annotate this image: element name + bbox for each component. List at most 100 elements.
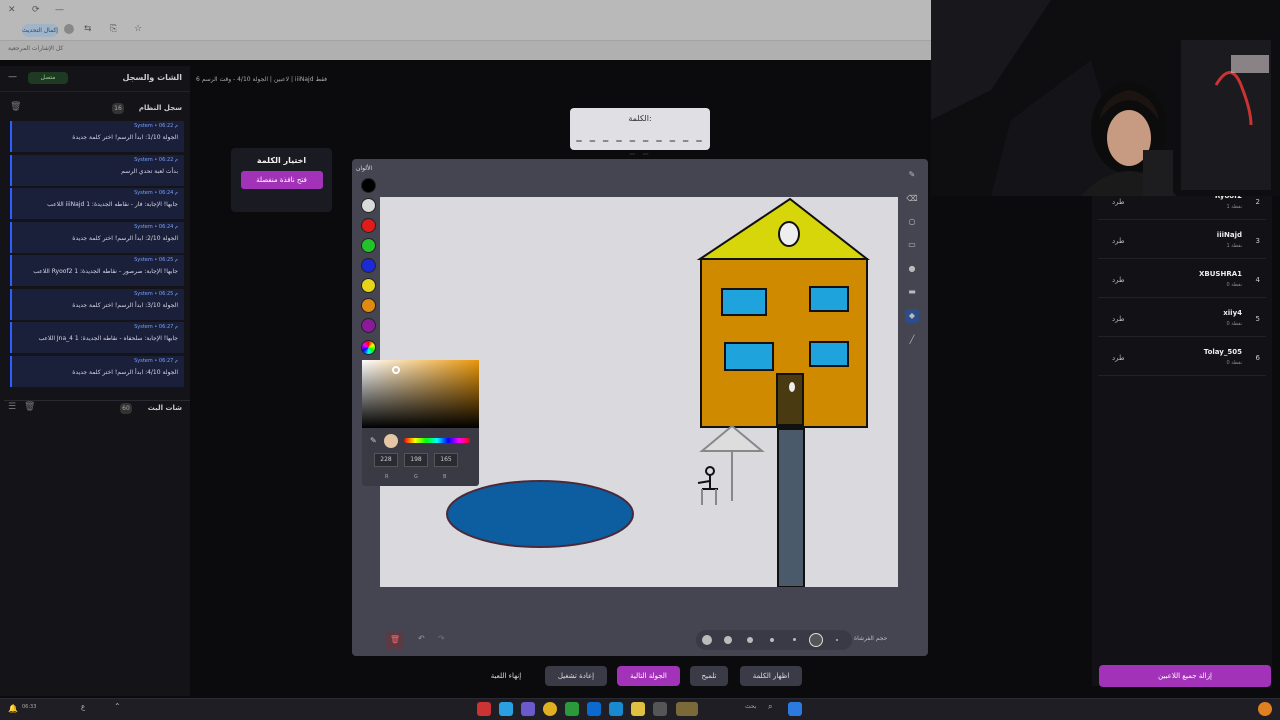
app-icon[interactable]	[477, 702, 491, 716]
brush-size-option[interactable]	[793, 638, 796, 641]
language-indicator[interactable]: ع	[81, 703, 85, 711]
player-score: 0 نقطة	[1226, 321, 1242, 327]
player-row: xiiy4 0 نقطة 5 طرد	[1098, 303, 1266, 337]
pencil-icon[interactable]: ✎	[905, 168, 919, 182]
list-icon[interactable]: ☰	[8, 402, 16, 412]
brush-size-option[interactable]	[836, 639, 838, 641]
profile-icon[interactable]	[64, 24, 74, 34]
share-icon[interactable]: ⎘	[110, 24, 117, 34]
red-value[interactable]: 228	[374, 453, 398, 467]
rectangle-icon[interactable]: ▭	[905, 238, 919, 252]
fill-bucket-icon[interactable]: ◆	[905, 309, 919, 323]
player-row: Tolay_505 0 نقطة 6 طرد	[1098, 342, 1266, 376]
app-icon[interactable]	[676, 702, 698, 716]
app-icon[interactable]	[653, 702, 667, 716]
color-swatch[interactable]	[361, 278, 376, 293]
bot-chat-count: 60	[120, 403, 132, 414]
end-game-button[interactable]: إنهاء اللعبة	[482, 666, 530, 686]
round-info: 6 لاعبين | الجولة 4/10 - وقت الرسم | iii…	[196, 76, 328, 83]
hint-button[interactable]: تلميح	[690, 666, 728, 686]
eyedropper-icon[interactable]: ✎	[370, 436, 377, 445]
roof-window	[778, 221, 800, 247]
saturation-area[interactable]	[362, 360, 479, 428]
minimize-panel-icon[interactable]: —	[8, 72, 17, 82]
taskbar-time: 06:33	[22, 704, 37, 710]
search-input[interactable]: بحث	[745, 703, 756, 710]
blue-value[interactable]: 165	[434, 453, 458, 467]
close-icon[interactable]: ✕	[8, 5, 16, 15]
house-window	[724, 342, 774, 371]
message-meta: System • 06:25 م	[134, 290, 178, 297]
brush-size-option[interactable]	[770, 638, 774, 642]
player-score: 1 نقطة	[1226, 243, 1242, 249]
windows-start-icon[interactable]	[788, 702, 802, 716]
brush-size-option[interactable]	[724, 636, 732, 644]
kick-button[interactable]: طرد	[1112, 198, 1125, 206]
search-icon[interactable]: ⌕	[768, 702, 772, 712]
brush-size-selector	[696, 630, 852, 650]
color-swatch[interactable]	[361, 198, 376, 213]
edge-icon[interactable]	[609, 702, 623, 716]
house-door	[776, 373, 804, 426]
chevron-up-icon[interactable]: ⌃	[114, 702, 121, 711]
color-swatch[interactable]	[361, 298, 376, 313]
word-choice-title: اختيار الكلمة	[256, 156, 307, 165]
red-label: R	[385, 474, 389, 480]
minimize-icon[interactable]: —	[55, 5, 64, 15]
extensions-icon[interactable]: ⇆	[84, 24, 92, 34]
show-word-button[interactable]: اظهار الكلمة	[740, 666, 802, 686]
filled-circle-icon[interactable]: ●	[905, 262, 919, 276]
app-icon[interactable]	[565, 702, 579, 716]
reload-icon[interactable]: ⟳	[32, 5, 40, 15]
circle-icon[interactable]: ○	[905, 215, 919, 229]
undo-icon[interactable]: ↶	[418, 634, 425, 643]
bookmarks-link[interactable]: كل الإشارات المرجعية	[8, 45, 63, 52]
system-message: System • 06:22 م الجولة 1/10: ابدأ الرسم!…	[10, 121, 184, 152]
color-swatch[interactable]	[361, 238, 376, 253]
next-round-button[interactable]: الجولة التالية	[617, 666, 680, 686]
weather-icon[interactable]	[1258, 702, 1272, 716]
color-swatch[interactable]	[361, 218, 376, 233]
message-text: اللاعب Jna_4 جابها! الإجابة: سلحفاه - نق…	[38, 335, 178, 342]
line-icon[interactable]: ╱	[905, 333, 919, 347]
brush-size-option[interactable]	[702, 635, 712, 645]
replay-button[interactable]: إعادة تشغيل	[545, 666, 607, 686]
player-rank: 3	[1255, 237, 1260, 245]
kick-button[interactable]: طرد	[1112, 354, 1125, 362]
folder-icon[interactable]	[631, 702, 645, 716]
notifications-icon[interactable]: 🔔	[8, 702, 22, 716]
brush-size-option[interactable]	[747, 637, 753, 643]
panel-title: الشات والسجل	[122, 73, 182, 82]
hue-slider[interactable]	[404, 438, 470, 443]
star-icon[interactable]: ☆	[134, 24, 142, 34]
brush-size-option-selected[interactable]	[809, 633, 823, 647]
custom-color-swatch[interactable]	[361, 340, 376, 355]
clear-canvas-button[interactable]: 🗑	[386, 631, 404, 649]
kick-button[interactable]: طرد	[1112, 315, 1125, 323]
outlook-icon[interactable]	[587, 702, 601, 716]
umbrella	[699, 424, 765, 452]
remove-all-players-button[interactable]: إزالة جميع اللاعبين	[1099, 665, 1271, 687]
update-button[interactable]: إكمال التحديث	[22, 24, 58, 37]
picker-cursor[interactable]	[392, 366, 400, 374]
kick-button[interactable]: طرد	[1112, 276, 1125, 284]
color-picker[interactable]: ✎ 228 198 165 R G B	[362, 360, 479, 486]
chrome-icon[interactable]	[543, 702, 557, 716]
word-label: الكلمة:	[628, 114, 652, 123]
trash-icon[interactable]: 🗑	[10, 102, 21, 112]
redo-icon[interactable]: ↷	[438, 634, 445, 643]
app-icon[interactable]	[499, 702, 513, 716]
color-swatch[interactable]	[361, 258, 376, 273]
system-message: System • 06:24 م اللاعب iiiNajd جابها! ال…	[10, 188, 184, 219]
color-swatch[interactable]	[361, 318, 376, 333]
color-swatch[interactable]	[361, 178, 376, 193]
eraser-icon[interactable]: ⌫	[905, 192, 919, 206]
player-rank: 2	[1255, 198, 1260, 206]
app-icon[interactable]	[521, 702, 535, 716]
player-name: xiiy4	[1223, 309, 1242, 317]
open-window-button[interactable]: فتح نافذة منفصلة	[240, 171, 323, 189]
trash-icon[interactable]: 🗑	[24, 402, 35, 412]
kick-button[interactable]: طرد	[1112, 237, 1125, 245]
green-value[interactable]: 198	[404, 453, 428, 467]
filled-rectangle-icon[interactable]: ▬	[905, 285, 919, 299]
